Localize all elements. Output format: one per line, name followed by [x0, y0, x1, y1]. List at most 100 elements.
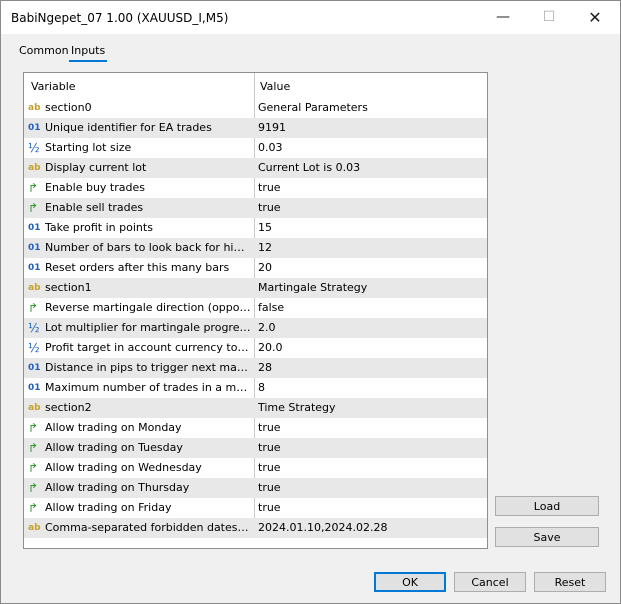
boolean-type-icon: ↱: [28, 421, 39, 435]
value-cell[interactable]: true: [258, 501, 483, 514]
variable-name-cell: Distance in pips to trigger next marting…: [45, 361, 251, 374]
variable-name-cell: Allow trading on Monday: [45, 421, 182, 434]
table-row[interactable]: ½ Lot multiplier for martingale progressi…: [24, 318, 487, 338]
table-row[interactable]: ab section0 General Parameters: [24, 98, 487, 118]
reset-button[interactable]: Reset: [534, 572, 606, 592]
boolean-type-icon: ↱: [28, 481, 39, 495]
variable-name-cell: Reverse martingale direction (opposite .…: [45, 301, 251, 314]
variable-name-cell: Enable sell trades: [45, 201, 144, 214]
table-row[interactable]: ↱ Reverse martingale direction (opposite …: [24, 298, 487, 318]
variable-name-cell: Lot multiplier for martingale progressio…: [45, 321, 251, 334]
table-row[interactable]: ↱ Allow trading on Friday true: [24, 498, 487, 518]
integer-type-icon: 01: [28, 223, 41, 233]
string-type-icon: ab: [28, 403, 41, 413]
value-cell[interactable]: Current Lot is 0.03: [258, 161, 483, 174]
value-cell[interactable]: true: [258, 481, 483, 494]
variable-name-cell: Display current lot: [45, 161, 147, 174]
string-type-icon: ab: [28, 103, 41, 113]
value-cell[interactable]: Martingale Strategy: [258, 281, 483, 294]
close-icon[interactable]: ✕: [573, 1, 617, 34]
table-row[interactable]: ↱ Allow trading on Monday true: [24, 418, 487, 438]
value-cell[interactable]: Time Strategy: [258, 401, 483, 414]
table-row[interactable]: ↱ Allow trading on Tuesday true: [24, 438, 487, 458]
boolean-type-icon: ↱: [28, 461, 39, 475]
value-cell[interactable]: true: [258, 441, 483, 454]
value-cell[interactable]: General Parameters: [258, 101, 483, 114]
table-row[interactable]: ab section2 Time Strategy: [24, 398, 487, 418]
properties-dialog: BabiNgepet_07 1.00 (XAUUSD_I,M5) — ☐ ✕ C…: [0, 0, 621, 604]
variable-name-cell: Enable buy trades: [45, 181, 145, 194]
variable-name-cell: Unique identifier for EA trades: [45, 121, 212, 134]
table-row[interactable]: ↱ Allow trading on Thursday true: [24, 478, 487, 498]
table-row[interactable]: ab Display current lot Current Lot is 0.03: [24, 158, 487, 178]
boolean-type-icon: ↱: [28, 301, 39, 315]
value-cell[interactable]: 0.03: [258, 141, 483, 154]
save-button[interactable]: Save: [495, 527, 599, 547]
value-cell[interactable]: true: [258, 421, 483, 434]
table-row[interactable]: ↱ Enable sell trades true: [24, 198, 487, 218]
value-cell[interactable]: true: [258, 181, 483, 194]
value-cell[interactable]: 8: [258, 381, 483, 394]
value-cell[interactable]: false: [258, 301, 483, 314]
integer-type-icon: 01: [28, 123, 41, 133]
variable-name-cell: section0: [45, 101, 92, 114]
variable-name-cell: section2: [45, 401, 92, 414]
cancel-button[interactable]: Cancel: [454, 572, 526, 592]
table-row[interactable]: 01 Distance in pips to trigger next marti…: [24, 358, 487, 378]
double-type-icon: ½: [28, 141, 40, 155]
value-cell[interactable]: 2024.01.10,2024.02.28: [258, 521, 483, 534]
variable-name-cell: Number of bars to look back for high/lo.…: [45, 241, 251, 254]
table-row[interactable]: ↱ Allow trading on Wednesday true: [24, 458, 487, 478]
value-cell[interactable]: true: [258, 201, 483, 214]
table-row[interactable]: 01 Maximum number of trades in a marting.…: [24, 378, 487, 398]
value-cell[interactable]: 20.0: [258, 341, 483, 354]
table-row[interactable]: ↱ Enable buy trades true: [24, 178, 487, 198]
string-type-icon: ab: [28, 523, 41, 533]
variable-name-cell: Allow trading on Wednesday: [45, 461, 202, 474]
table-row[interactable]: 01 Reset orders after this many bars 20: [24, 258, 487, 278]
variable-name-cell: section1: [45, 281, 92, 294]
table-header: Variable Value: [24, 73, 487, 99]
maximize-icon[interactable]: ☐: [527, 1, 571, 34]
string-type-icon: ab: [28, 163, 41, 173]
double-type-icon: ½: [28, 321, 40, 335]
boolean-type-icon: ↱: [28, 201, 39, 215]
variable-name-cell: Take profit in points: [45, 221, 153, 234]
value-cell[interactable]: 28: [258, 361, 483, 374]
tab-common[interactable]: Common: [19, 43, 69, 63]
table-row[interactable]: 01 Unique identifier for EA trades 9191: [24, 118, 487, 138]
value-cell[interactable]: 9191: [258, 121, 483, 134]
integer-type-icon: 01: [28, 363, 41, 373]
boolean-type-icon: ↱: [28, 501, 39, 515]
integer-type-icon: 01: [28, 243, 41, 253]
variable-name-cell: Starting lot size: [45, 141, 132, 154]
tab-inputs[interactable]: Inputs: [68, 43, 108, 63]
load-button[interactable]: Load: [495, 496, 599, 516]
column-header-value[interactable]: Value: [260, 80, 290, 93]
table-row[interactable]: ½ Starting lot size 0.03: [24, 138, 487, 158]
table-row[interactable]: ab section1 Martingale Strategy: [24, 278, 487, 298]
variable-name-cell: Reset orders after this many bars: [45, 261, 230, 274]
table-row[interactable]: ½ Profit target in account currency to cl…: [24, 338, 487, 358]
minimize-icon[interactable]: —: [481, 1, 525, 34]
boolean-type-icon: ↱: [28, 441, 39, 455]
value-cell[interactable]: 15: [258, 221, 483, 234]
double-type-icon: ½: [28, 341, 40, 355]
variable-name-cell: Allow trading on Tuesday: [45, 441, 183, 454]
variable-name-cell: Maximum number of trades in a marting...: [45, 381, 251, 394]
variable-name-cell: Profit target in account currency to clo…: [45, 341, 251, 354]
table-row[interactable]: 01 Number of bars to look back for high/l…: [24, 238, 487, 258]
ok-button[interactable]: OK: [374, 572, 446, 592]
value-cell[interactable]: 2.0: [258, 321, 483, 334]
table-row[interactable]: 01 Take profit in points 15: [24, 218, 487, 238]
integer-type-icon: 01: [28, 383, 41, 393]
variable-name-cell: Comma-separated forbidden dates (YYY...: [45, 521, 251, 534]
table-row[interactable]: ab Comma-separated forbidden dates (YYY..…: [24, 518, 487, 538]
variable-name-cell: Allow trading on Thursday: [45, 481, 190, 494]
table-body: ab section0 General Parameters 01 Unique ide…: [24, 98, 487, 538]
title-bar: BabiNgepet_07 1.00 (XAUUSD_I,M5) — ☐ ✕: [1, 1, 620, 34]
value-cell[interactable]: 20: [258, 261, 483, 274]
value-cell[interactable]: 12: [258, 241, 483, 254]
value-cell[interactable]: true: [258, 461, 483, 474]
column-header-variable[interactable]: Variable: [31, 80, 76, 93]
